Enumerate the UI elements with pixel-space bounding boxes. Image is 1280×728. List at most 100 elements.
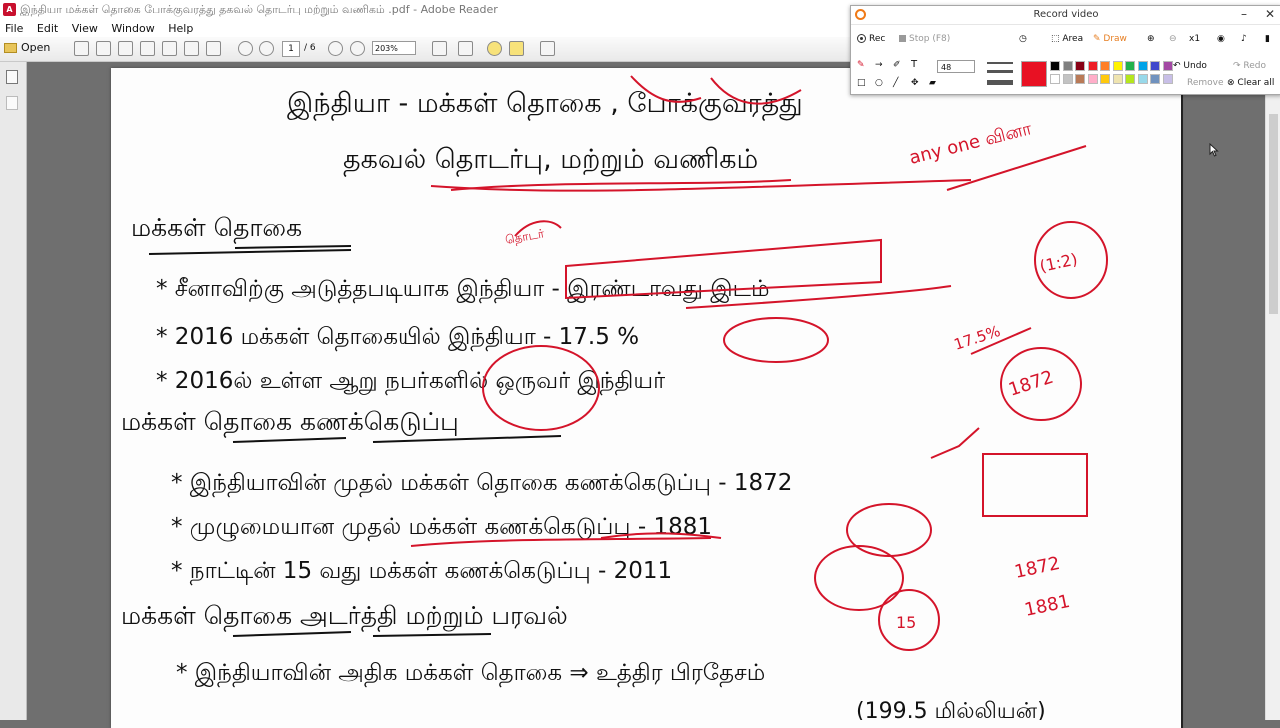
document-content: இந்தியா - மக்கள் தொகை , போக்குவரத்து தகவ… — [121, 75, 1108, 720]
highlight-icon[interactable] — [509, 41, 524, 56]
webcam-icon[interactable]: ◉ — [1217, 34, 1225, 44]
recorder-close-button[interactable]: ✕ — [1265, 7, 1275, 21]
color-swatch[interactable] — [1162, 74, 1173, 84]
mouse-cursor-icon — [1209, 143, 1219, 157]
remove-button[interactable]: Remove — [1187, 78, 1224, 88]
rectangle-tool-icon[interactable]: □ — [857, 78, 866, 88]
zoom-out-recorder-icon[interactable]: ⊖ — [1169, 34, 1177, 44]
bullet-up-population: * இந்தியாவின் அதிக மக்கள் தொகை ⇒ உத்திர … — [176, 660, 765, 687]
color-swatch[interactable] — [1062, 74, 1073, 84]
save-icon[interactable] — [162, 41, 177, 56]
active-color-swatch[interactable] — [1021, 61, 1047, 87]
recorder-controls: Rec Stop (F8) ◷ ⬚ Area ✎ Draw ⊕ ⊖ x1 ◉ ♪… — [855, 30, 1275, 50]
area-button[interactable]: ⬚ Area — [1051, 34, 1083, 44]
page-number-input[interactable]: 1 — [282, 41, 300, 57]
stop-button[interactable]: Stop (F8) — [899, 34, 950, 44]
color-swatch[interactable] — [1050, 61, 1060, 71]
color-swatch[interactable] — [1100, 74, 1110, 84]
clear-all-button[interactable]: ⊗ Clear all — [1227, 78, 1274, 88]
color-swatch[interactable] — [1100, 61, 1110, 71]
combine-icon[interactable] — [96, 41, 111, 56]
timer-icon[interactable]: ◷ — [1019, 34, 1027, 44]
email-icon[interactable] — [206, 41, 221, 56]
line-width-medium[interactable] — [987, 70, 1013, 73]
line-tool-icon[interactable]: ╱ — [893, 78, 898, 88]
color-swatch[interactable] — [1137, 74, 1148, 84]
annotation-ratio: (1:2) — [1038, 249, 1079, 276]
rec-button[interactable]: Rec — [857, 34, 885, 44]
menu-help[interactable]: Help — [163, 20, 198, 35]
color-swatch[interactable] — [1162, 61, 1173, 71]
share-icon[interactable] — [140, 41, 155, 56]
menu-view[interactable]: View — [67, 20, 103, 35]
draw-toolbar: ✎ → ✐ T □ ○ ╱ ✥ ▰ 48 ↶ Undo ↷ Redo Remov… — [855, 58, 1275, 92]
move-tool-icon[interactable]: ✥ — [911, 78, 919, 88]
previous-page-icon[interactable] — [238, 41, 253, 56]
color-swatch[interactable] — [1150, 61, 1160, 71]
scrollbar-thumb[interactable] — [1269, 114, 1278, 314]
vertical-scrollbar[interactable] — [1265, 94, 1280, 720]
speaker-icon[interactable]: ♪ — [1241, 34, 1247, 44]
recorder-title: Record video — [1033, 9, 1099, 20]
color-swatch[interactable] — [1050, 74, 1060, 84]
annotation-year-1881: 1881 — [1023, 591, 1072, 621]
comment-icon[interactable] — [487, 41, 502, 56]
menu-window[interactable]: Window — [106, 20, 159, 35]
color-swatch[interactable] — [1150, 74, 1160, 84]
pages-icon[interactable] — [6, 70, 18, 84]
bullet-china-next: * சீனாவிற்கு அடுத்தபடியாக இந்தியா - இரண்… — [156, 276, 769, 303]
line-width-thin[interactable] — [987, 62, 1013, 64]
navigation-panel — [0, 62, 27, 720]
recorder-minimize-button[interactable]: – — [1241, 7, 1247, 21]
zoom-in-recorder-icon[interactable]: ⊕ — [1147, 34, 1155, 44]
color-swatch[interactable] — [1087, 74, 1098, 84]
draw-button[interactable]: ✎ Draw — [1093, 34, 1127, 44]
line-width-thick[interactable] — [987, 80, 1013, 85]
pen-tool-icon[interactable]: ✎ — [857, 60, 865, 70]
attachments-icon[interactable] — [6, 96, 18, 110]
eraser-tool-icon[interactable]: ▰ — [929, 78, 936, 88]
text-tool-icon[interactable]: T — [911, 59, 917, 70]
fit-width-icon[interactable] — [458, 41, 473, 56]
color-swatch[interactable] — [1137, 61, 1148, 71]
zoom-select[interactable]: 203% — [372, 41, 416, 55]
heading-census: மக்கள் தொகை கணக்கெடுப்பு — [121, 407, 459, 438]
fit-page-icon[interactable] — [432, 41, 447, 56]
print-icon[interactable] — [184, 41, 199, 56]
expand-icon[interactable] — [540, 41, 555, 56]
arrow-tool-icon[interactable]: → — [875, 60, 883, 70]
color-swatch[interactable] — [1062, 61, 1073, 71]
redo-button[interactable]: ↷ Redo — [1233, 61, 1266, 71]
zoom-in-icon[interactable] — [350, 41, 365, 56]
marker-tool-icon[interactable]: ✐ — [893, 60, 901, 70]
pen-size-select[interactable]: 48 — [937, 60, 975, 73]
zoom-out-icon[interactable] — [328, 41, 343, 56]
color-swatch[interactable] — [1075, 74, 1085, 84]
record-icon — [857, 34, 866, 43]
annotation-year-1872: 1872 — [1013, 553, 1062, 583]
page-total: / 6 — [304, 43, 316, 53]
window-title: இந்தியா மக்கள் தொகை போக்குவரத்து தகவல் த… — [20, 3, 498, 16]
annotation-circled-15: 15 — [896, 613, 916, 632]
stop-icon — [899, 35, 906, 42]
color-swatch[interactable] — [1075, 61, 1085, 71]
menu-edit[interactable]: Edit — [32, 20, 63, 35]
undo-button[interactable]: ↶ Undo — [1173, 61, 1207, 71]
ellipse-tool-icon[interactable]: ○ — [875, 78, 883, 88]
microphone-icon[interactable]: ▮ — [1265, 34, 1270, 44]
color-swatch[interactable] — [1087, 61, 1098, 71]
color-swatch[interactable] — [1125, 61, 1135, 71]
next-page-icon[interactable] — [259, 41, 274, 56]
create-pdf-icon[interactable] — [74, 41, 89, 56]
menu-file[interactable]: File — [0, 20, 28, 35]
color-swatch[interactable] — [1112, 74, 1123, 84]
color-swatch[interactable] — [1125, 74, 1135, 84]
bullet-one-in-six: * 2016ல் உள்ள ஆறு நபர்களில் ஒருவர் இந்தி… — [156, 368, 665, 395]
color-swatch[interactable] — [1112, 61, 1123, 71]
bullet-first-census: * இந்தியாவின் முதல் மக்கள் தொகை கணக்கெடு… — [171, 470, 792, 497]
folder-icon — [4, 43, 17, 53]
edit-icon[interactable] — [118, 41, 133, 56]
annotation-small-note: தொடர் — [504, 226, 546, 247]
open-button[interactable]: Open — [4, 41, 54, 56]
heading-population: மக்கள் தொகை — [131, 213, 302, 244]
